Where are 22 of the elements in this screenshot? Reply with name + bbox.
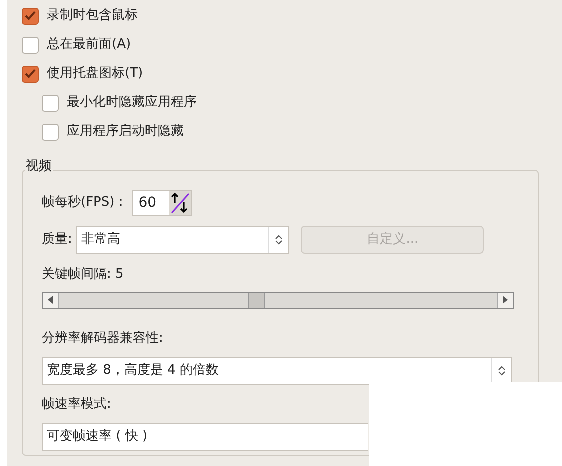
checkbox-label: 总在最前面(A) — [47, 36, 132, 54]
dropdown[interactable]: 可变帧速率 ( 快 ) — [42, 422, 368, 450]
slider-label: 关键帧间隔: 5 — [42, 266, 125, 284]
checkbox-label: 应用程序启动时隐藏 — [67, 123, 184, 142]
slider[interactable] — [42, 292, 514, 308]
checkbox[interactable] — [22, 36, 39, 54]
field-label: 帧速率模式: — [42, 396, 112, 414]
checkbox[interactable] — [22, 8, 39, 24]
checkbox-label: 录制时包含鼠标 — [47, 7, 138, 26]
checkbox-label: 使用托盘图标(T) — [47, 65, 144, 84]
dropdown[interactable]: 非常高 — [76, 226, 290, 254]
slider-thumb[interactable] — [248, 292, 266, 308]
field-label: 帧每秒(FPS)： — [42, 194, 128, 212]
field-label: 分辨率解码器兼容性: — [42, 330, 164, 348]
checkbox[interactable] — [42, 124, 59, 140]
field-label: 质量: — [42, 231, 72, 250]
spin-arrows-icon[interactable] — [168, 191, 191, 215]
checkbox-label: 最小化时隐藏应用程序 — [67, 94, 197, 112]
spin-box[interactable]: 60 — [132, 190, 192, 216]
checkbox[interactable] — [42, 94, 59, 112]
dropdown[interactable]: 宽度最多 8，高度是 4 的倍数 — [42, 357, 512, 385]
checkbox[interactable] — [22, 66, 39, 82]
